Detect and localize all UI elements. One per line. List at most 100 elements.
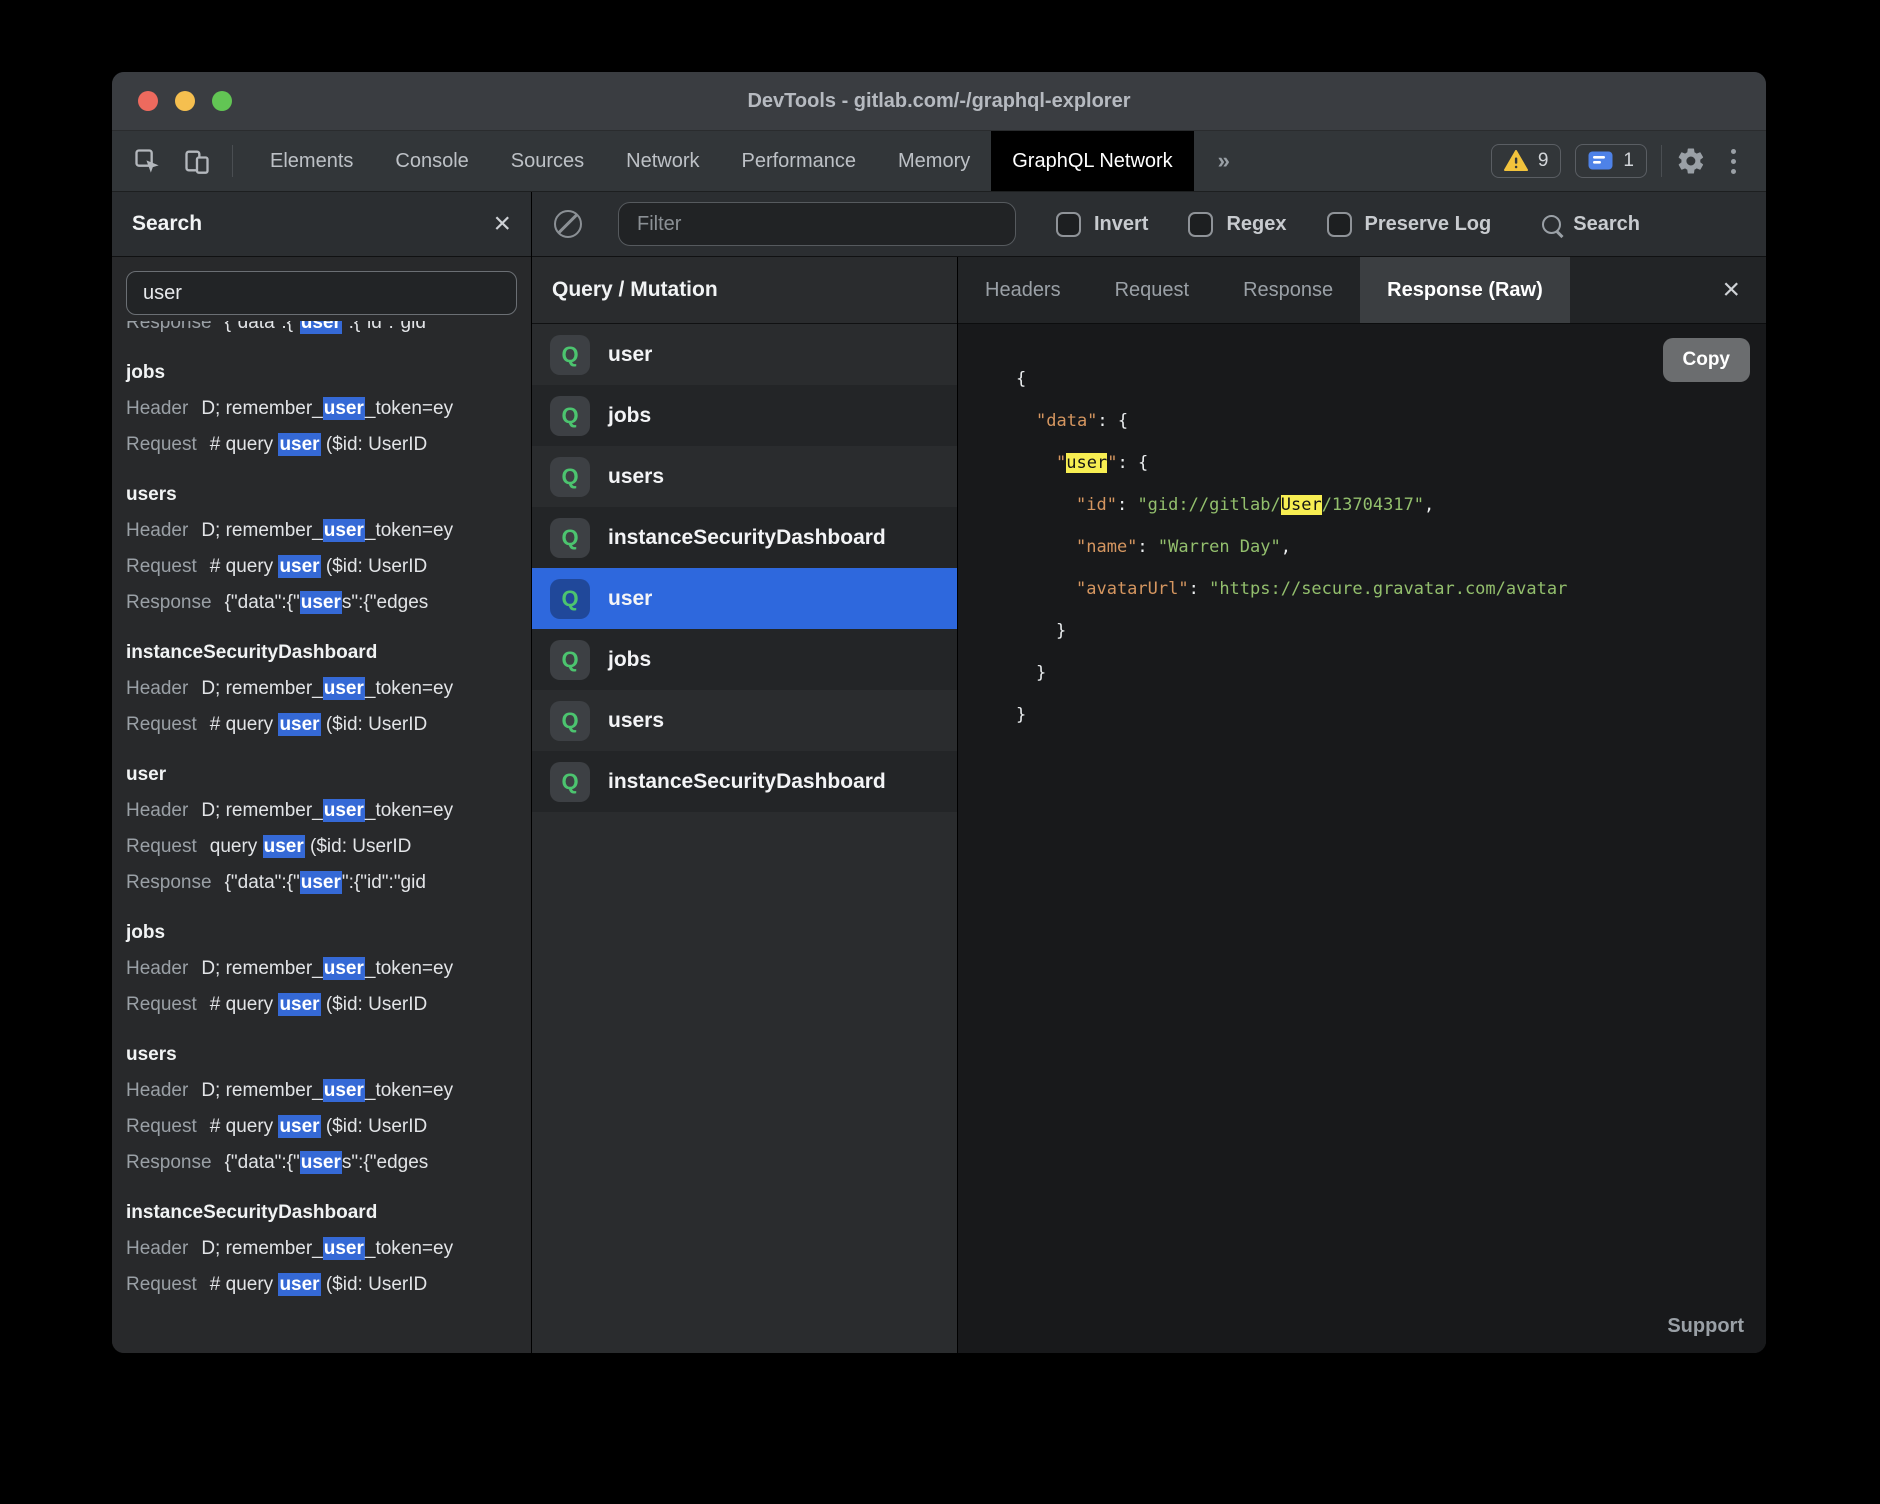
zoom-window-button[interactable] <box>212 91 232 111</box>
devtools-tabbar-right: 9 1 <box>1491 131 1766 191</box>
search-result-line[interactable]: Response{"data":{"user":{"id":"gid <box>126 865 531 901</box>
search-result-line[interactable]: Request# query user ($id: UserID <box>126 1109 531 1145</box>
devtools-tab-performance[interactable]: Performance <box>721 131 878 191</box>
result-line-label: Response <box>126 321 212 333</box>
result-line-label: Request <box>126 1274 197 1295</box>
toolbar-search-label: Search <box>1573 213 1640 236</box>
result-text: ":{"id":"gid <box>342 321 426 333</box>
query-item-users[interactable]: Qusers <box>532 690 957 751</box>
result-text: _token=ey <box>365 1238 453 1259</box>
query-item-instancesecuritydashboard[interactable]: QinstanceSecurityDashboard <box>532 751 957 812</box>
match-highlight: user <box>278 993 320 1016</box>
result-line-label: Header <box>126 958 188 979</box>
preserve-log-checkbox-group[interactable]: Preserve Log <box>1327 212 1492 237</box>
json-line: "data": { <box>958 400 1766 442</box>
invert-checkbox-group[interactable]: Invert <box>1056 212 1148 237</box>
devtools-tab-memory[interactable]: Memory <box>877 131 991 191</box>
search-result-line[interactable]: HeaderD; remember_user_token=ey <box>126 793 531 829</box>
json-token: } <box>1056 621 1066 641</box>
search-input[interactable] <box>126 271 517 315</box>
search-result-line[interactable]: HeaderD; remember_user_token=ey <box>126 1231 531 1267</box>
more-tabs-chevron-icon[interactable]: » <box>1194 131 1254 191</box>
warnings-badge[interactable]: 9 <box>1491 144 1562 178</box>
devtools-tab-elements[interactable]: Elements <box>249 131 374 191</box>
filter-input[interactable] <box>618 202 1016 246</box>
search-result-line[interactable]: HeaderD; remember_user_token=ey <box>126 671 531 707</box>
search-result-line[interactable]: Requestquery user ($id: UserID <box>126 829 531 865</box>
result-text: D; remember_ <box>201 1080 322 1101</box>
settings-gear-icon[interactable] <box>1676 146 1706 176</box>
result-line-label: Header <box>126 1080 188 1101</box>
devtools-tab-sources[interactable]: Sources <box>490 131 605 191</box>
toolbar-search-button[interactable]: Search <box>1542 213 1640 236</box>
device-toolbar-icon[interactable] <box>182 146 212 176</box>
query-item-user[interactable]: Quser <box>532 568 957 629</box>
devtools-tab-network[interactable]: Network <box>605 131 720 191</box>
search-result-line[interactable]: Request# query user ($id: UserID <box>126 987 531 1023</box>
search-result-line[interactable]: HeaderD; remember_user_token=ey <box>126 951 531 987</box>
search-result-line[interactable]: Response{"data":{"users":{"edges <box>126 1145 531 1181</box>
preserve-log-checkbox[interactable] <box>1327 212 1352 237</box>
detail-close-icon[interactable]: × <box>1696 257 1766 323</box>
issues-badge[interactable]: 1 <box>1575 144 1647 178</box>
json-token: , <box>1281 537 1291 557</box>
result-text: ($id: UserID <box>321 994 428 1015</box>
query-item-jobs[interactable]: Qjobs <box>532 629 957 690</box>
search-result-line[interactable]: HeaderD; remember_user_token=ey <box>126 1073 531 1109</box>
query-item-user[interactable]: Quser <box>532 324 957 385</box>
search-close-icon[interactable]: × <box>493 209 511 239</box>
close-window-button[interactable] <box>138 91 158 111</box>
result-group-title: instanceSecurityDashboard <box>126 1195 531 1231</box>
clear-icon[interactable] <box>554 210 582 238</box>
match-highlight: user <box>323 799 365 822</box>
network-side: Invert Regex Preserve Log Search <box>532 192 1766 1353</box>
detail-tab-request[interactable]: Request <box>1088 257 1217 323</box>
json-line: } <box>958 694 1766 736</box>
devtools-tab-console[interactable]: Console <box>374 131 489 191</box>
result-text: # query <box>210 434 279 455</box>
query-type-icon: Q <box>550 640 590 680</box>
more-options-kebab-icon[interactable] <box>1720 146 1746 176</box>
query-item-users[interactable]: Qusers <box>532 446 957 507</box>
search-result-line[interactable]: HeaderD; remember_user_token=ey <box>126 513 531 549</box>
json-token: "avatarUrl" <box>1076 579 1189 599</box>
regex-checkbox[interactable] <box>1188 212 1213 237</box>
search-result-line[interactable]: Request# query user ($id: UserID <box>126 549 531 585</box>
devtools-tabbar-icons <box>112 131 249 191</box>
search-panel-header: Search × <box>112 192 531 257</box>
search-icon <box>1542 215 1561 234</box>
support-link[interactable]: Support <box>1667 1315 1744 1338</box>
query-type-icon: Q <box>550 701 590 741</box>
regex-checkbox-group[interactable]: Regex <box>1188 212 1286 237</box>
desktop: { "window": { "title": "DevTools - gitla… <box>0 0 1880 1504</box>
result-text: ($id: UserID <box>321 1116 428 1137</box>
query-item-instancesecuritydashboard[interactable]: QinstanceSecurityDashboard <box>532 507 957 568</box>
detail-tab-response[interactable]: Response <box>1216 257 1360 323</box>
copy-button[interactable]: Copy <box>1663 338 1751 382</box>
invert-checkbox[interactable] <box>1056 212 1081 237</box>
query-mutation-title: Query / Mutation <box>552 278 718 302</box>
result-text: ":{"id":"gid <box>342 872 426 893</box>
detail-tab-headers[interactable]: Headers <box>958 257 1088 323</box>
search-result-line[interactable]: Response{"data":{"users":{"edges <box>126 585 531 621</box>
search-result-line[interactable]: Request# query user ($id: UserID <box>126 707 531 743</box>
minimize-window-button[interactable] <box>175 91 195 111</box>
search-results: Response{"data":{"user":{"id":"gidjobsHe… <box>112 321 531 1353</box>
match-highlight: user <box>323 519 365 542</box>
result-line-label: Request <box>126 556 197 577</box>
query-item-jobs[interactable]: Qjobs <box>532 385 957 446</box>
search-result-line[interactable]: Response{"data":{"user":{"id":"gid <box>126 321 531 341</box>
search-result-line[interactable]: Request# query user ($id: UserID <box>126 1267 531 1303</box>
result-text: ($id: UserID <box>321 434 428 455</box>
window-titlebar: DevTools - gitlab.com/-/graphql-explorer <box>112 72 1766 131</box>
inspect-element-icon[interactable] <box>132 146 162 176</box>
devtools-tab-graphql-network[interactable]: GraphQL Network <box>991 131 1193 191</box>
yellow-match-highlight: user <box>1066 453 1107 473</box>
search-result-line[interactable]: Request# query user ($id: UserID <box>126 427 531 463</box>
json-content: {"data": {"user": {"id": "gid://gitlab/U… <box>958 358 1766 736</box>
result-line-label: Request <box>126 994 197 1015</box>
json-token: : <box>1117 453 1137 473</box>
detail-tab-response-raw[interactable]: Response (Raw) <box>1360 257 1570 323</box>
devtools-content: Search × Response{"data":{"user":{"id":"… <box>112 192 1766 1353</box>
search-result-line[interactable]: HeaderD; remember_user_token=ey <box>126 391 531 427</box>
